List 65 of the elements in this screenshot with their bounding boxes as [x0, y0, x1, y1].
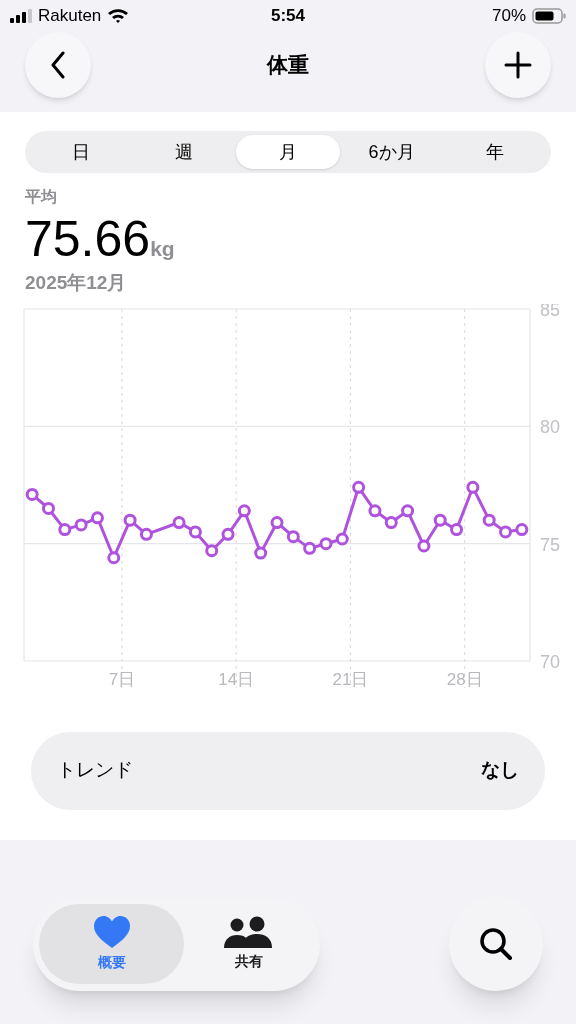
segment-tab[interactable]: 日	[29, 135, 133, 169]
data-point	[205, 543, 219, 557]
plus-icon	[503, 50, 533, 80]
data-point	[417, 539, 431, 552]
signal-icon	[10, 9, 32, 23]
screen-title: 体重	[267, 52, 309, 79]
segment-tab[interactable]: 月	[236, 135, 340, 169]
trend-label: トレンド	[57, 758, 133, 783]
data-point	[58, 522, 72, 536]
heart-icon	[92, 915, 131, 949]
chevron-left-icon	[50, 51, 66, 79]
axis-label: 21日	[332, 669, 369, 689]
data-point	[172, 515, 186, 529]
axis-label: 85	[540, 303, 561, 320]
add-button[interactable]	[485, 32, 551, 98]
average-label: 平均	[25, 187, 58, 207]
carrier-name: Rakuten	[38, 5, 102, 28]
axis-label: 75	[540, 534, 561, 555]
data-point	[384, 515, 398, 529]
data-point	[107, 550, 121, 564]
period-label: 2025年12月	[25, 271, 128, 295]
data-point	[254, 546, 268, 560]
data-point	[123, 513, 137, 527]
data-point	[352, 480, 366, 494]
data-point	[90, 510, 104, 524]
segment-tab[interactable]: 週	[132, 135, 237, 169]
segment-tab[interactable]: 年	[443, 135, 547, 169]
axis-label: 80	[540, 416, 561, 437]
axis-label: 70	[540, 651, 561, 672]
data-point	[401, 503, 415, 517]
average-value: 75.66	[25, 211, 151, 267]
clock-time: 5:54	[270, 5, 306, 28]
data-point	[139, 527, 153, 541]
data-point	[25, 487, 39, 501]
segment-tab[interactable]: 6か月	[339, 135, 444, 169]
battery-icon	[532, 8, 566, 24]
axis-label: 7日	[108, 669, 136, 689]
data-point	[270, 515, 284, 529]
data-point	[188, 524, 202, 538]
data-point	[499, 524, 512, 538]
data-point	[221, 527, 235, 541]
data-point	[433, 513, 447, 527]
axis-label: 28日	[446, 669, 483, 689]
data-point	[319, 536, 333, 550]
data-point	[286, 529, 300, 543]
data-point	[303, 541, 317, 555]
trend-card[interactable]: トレンド なし	[31, 731, 545, 810]
people-icon	[224, 916, 275, 948]
axis-label: 14日	[218, 669, 255, 689]
data-point	[482, 513, 496, 527]
data-point	[450, 522, 464, 536]
data-point	[237, 503, 251, 517]
search-icon	[478, 926, 514, 962]
data-point	[466, 480, 480, 494]
battery-percent: 70%	[491, 5, 526, 28]
data-point	[74, 517, 88, 531]
data-point	[42, 501, 55, 515]
wifi-icon	[107, 8, 130, 24]
data-point	[515, 522, 529, 536]
tab-bar-item[interactable]: 共有	[184, 904, 314, 984]
trend-value: なし	[481, 758, 519, 783]
back-button[interactable]	[25, 32, 91, 98]
data-point	[368, 503, 382, 517]
unit-label: kg	[150, 236, 175, 262]
data-point	[335, 531, 349, 545]
